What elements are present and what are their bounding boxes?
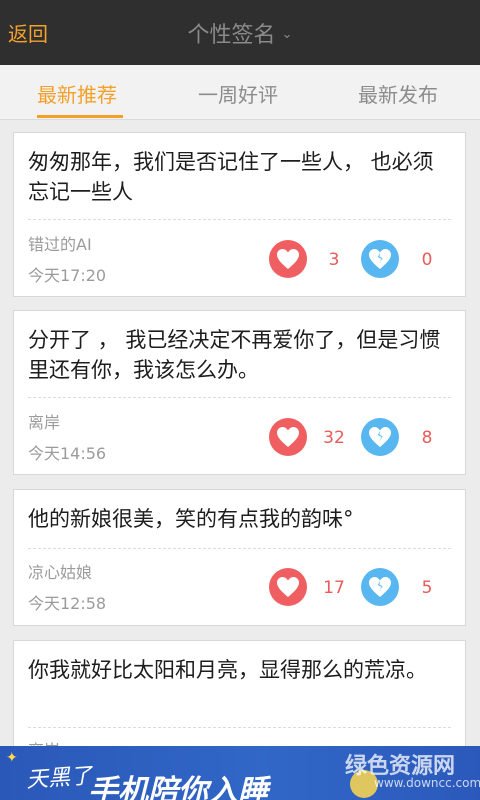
page-title[interactable]: 个性签名 ⌄: [0, 17, 480, 49]
tab-latest-recommended[interactable]: 最新推荐: [37, 79, 117, 108]
like-count: 3: [328, 250, 340, 270]
post-card[interactable]: 他的新娘很美，笑的有点我的韵味° 凉心姑娘 今天12:58 17 5: [13, 489, 466, 626]
tab-week-top-rated[interactable]: 一周好评: [198, 79, 278, 108]
divider: [28, 727, 451, 728]
post-author: 离岸: [28, 413, 61, 432]
like-button[interactable]: [269, 240, 307, 278]
dislike-button[interactable]: [361, 418, 399, 456]
divider: [28, 219, 451, 220]
post-text: 匆匆那年，我们是否记住了一些人， 也必须忘记一些人: [28, 150, 434, 204]
dislike-button[interactable]: [361, 568, 399, 606]
divider: [28, 548, 451, 549]
watermark-url: www.downcc.com: [374, 776, 480, 790]
post-card[interactable]: 分开了 ， 我已经决定不再爱你了，但是习惯里还有你，我该怎么办。 离岸 今天14…: [13, 310, 466, 475]
banner-line1: 天黑了: [25, 763, 93, 794]
banner-line2: 手机陪你入睡: [88, 774, 268, 800]
post-text: 你我就好比太阳和月亮，显得那么的荒凉。: [28, 658, 427, 682]
like-count: 17: [323, 578, 345, 598]
chevron-down-icon: ⌄: [281, 27, 293, 42]
post-card[interactable]: 匆匆那年，我们是否记住了一些人， 也必须忘记一些人 错过的AI 今天17:20 …: [13, 132, 466, 297]
tab-latest-published[interactable]: 最新发布: [358, 79, 438, 108]
broken-heart-icon: [369, 577, 391, 597]
ad-banner[interactable]: ✦ 天黑了 手机陪你入睡 绿色资源网 www.downcc.com: [0, 746, 480, 800]
active-tab-indicator: [37, 115, 123, 118]
tab-bar: 最新推荐 一周好评 最新发布: [0, 65, 480, 120]
post-time: 今天14:56: [28, 444, 107, 463]
like-button[interactable]: [269, 568, 307, 606]
heart-icon: [277, 427, 299, 447]
post-author: 凉心姑娘: [28, 563, 93, 582]
post-text: 他的新娘很美，笑的有点我的韵味°: [28, 507, 354, 531]
dislike-count: 8: [421, 428, 433, 448]
heart-icon: [277, 249, 299, 269]
broken-heart-icon: [369, 249, 391, 269]
dislike-count: 0: [421, 250, 433, 270]
dislike-count: 5: [421, 578, 433, 598]
divider: [28, 397, 451, 398]
like-button[interactable]: [269, 418, 307, 456]
dislike-button[interactable]: [361, 240, 399, 278]
heart-icon: [277, 577, 299, 597]
post-text: 分开了 ， 我已经决定不再爱你了，但是习惯里还有你，我该怎么办。: [28, 328, 441, 382]
top-bar: 返回 个性签名 ⌄: [0, 0, 480, 65]
post-time: 今天12:58: [28, 594, 107, 613]
broken-heart-icon: [369, 427, 391, 447]
post-time: 今天17:20: [28, 266, 107, 285]
like-count: 32: [323, 428, 345, 448]
post-author: 错过的AI: [28, 235, 92, 254]
page-title-label: 个性签名: [187, 23, 276, 48]
star-icon: ✦: [6, 750, 18, 766]
